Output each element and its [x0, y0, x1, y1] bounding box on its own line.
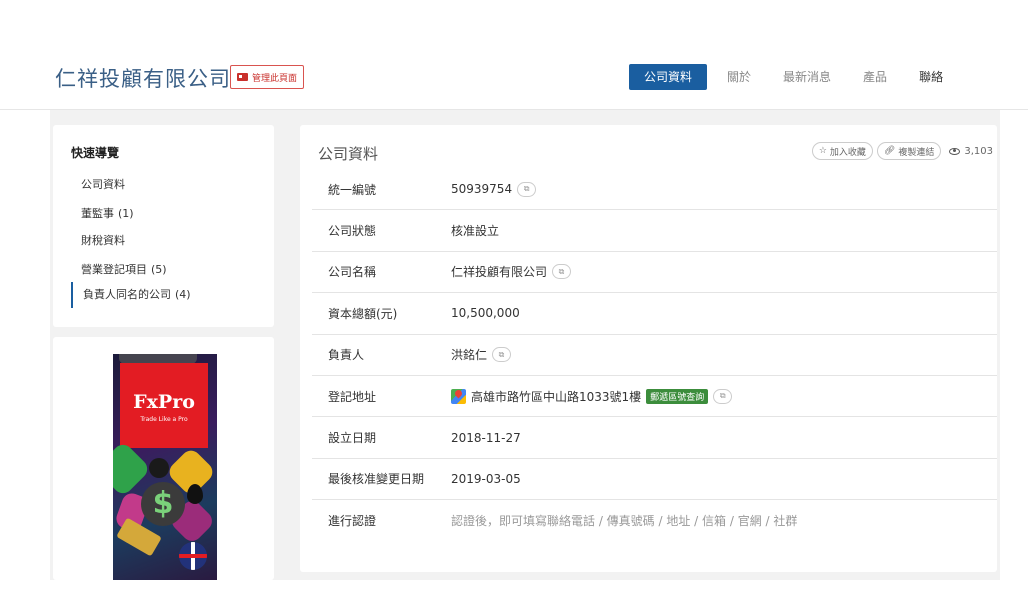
- nav-news[interactable]: 最新消息: [767, 64, 847, 90]
- view-count-value: 3,103: [964, 145, 993, 157]
- quick-nav-label: 董監事: [81, 207, 114, 220]
- info-row-verify: 進行認證 認證後，即可填寫聯絡電話 / 傳真號碼 / 地址 / 信箱 / 官網 …: [312, 500, 997, 541]
- info-row-capital: 資本總額(元) 10,500,000: [312, 293, 997, 335]
- fxpro-ad-banner[interactable]: FxPro Trade Like a Pro $: [113, 354, 217, 580]
- row-value: 2018-11-27: [451, 431, 521, 445]
- section-title: 公司資料: [318, 145, 379, 163]
- row-value: 2019-03-05: [451, 472, 521, 486]
- manage-page-label: 管理此頁面: [252, 73, 298, 84]
- copy-icon[interactable]: ⧉: [552, 264, 572, 280]
- apple-icon: [149, 458, 169, 478]
- nav-company-info[interactable]: 公司資料: [629, 64, 708, 90]
- company-name-value: 仁祥投顧有限公司: [451, 265, 548, 280]
- copy-link-button[interactable]: 🔗︎ 複製連結: [876, 142, 942, 160]
- established-date-value: 2018-11-27: [451, 430, 521, 445]
- info-row-tax-id: 統一編號 50939754 ⧉: [312, 169, 997, 211]
- company-title: 仁祥投顧有限公司: [55, 67, 231, 91]
- uk-flag-icon: [179, 542, 207, 570]
- tax-id-value: 50939754: [451, 182, 513, 197]
- quick-nav-item-directors[interactable]: 董監事 (1): [81, 205, 134, 221]
- representative-value[interactable]: 洪銘仁: [451, 346, 487, 363]
- view-count: 3,103: [949, 146, 993, 157]
- copy-icon[interactable]: ⧉: [517, 181, 537, 197]
- quick-nav-label: 財稅資料: [81, 234, 125, 247]
- company-info-card: 公司資料 ☆ 加入收藏 🔗︎ 複製連結 3,103 統一編號 50939754 …: [300, 125, 997, 572]
- link-icon: 🔗︎: [883, 146, 896, 156]
- quick-nav-count: (5): [151, 263, 167, 276]
- quick-nav-item-business-items[interactable]: 營業登記項目 (5): [81, 261, 167, 277]
- page-header: 仁祥投顧有限公司 管理此頁面 公司資料 關於 最新消息 產品 聯絡: [0, 0, 1028, 110]
- quick-nav-label: 負責人同名的公司: [83, 288, 171, 301]
- info-actions: ☆ 加入收藏 🔗︎ 複製連結 3,103: [811, 142, 993, 160]
- info-row-address: 登記地址 高雄市路竹區中山路1033號1樓 郵遞區號查詢 ⧉: [312, 376, 997, 418]
- quick-nav-item-tax[interactable]: 財稅資料: [81, 232, 125, 248]
- dollar-icon: $: [141, 482, 185, 526]
- info-row-status: 公司狀態 核准設立: [312, 210, 997, 252]
- row-label: 登記地址: [328, 389, 377, 404]
- row-value: 50939754 ⧉: [451, 181, 537, 197]
- copy-icon[interactable]: ⧉: [713, 388, 733, 404]
- ad-brand: FxPro: [133, 391, 195, 413]
- row-value: 洪銘仁 ⧉: [451, 346, 512, 363]
- verify-hint[interactable]: 認證後，即可填寫聯絡電話 / 傳真號碼 / 地址 / 信箱 / 官網 / 社群: [451, 512, 797, 529]
- star-icon: ☆: [818, 146, 827, 156]
- status-value: 核准設立: [451, 224, 500, 239]
- info-row-last-change: 最後核准變更日期 2019-03-05: [312, 459, 997, 501]
- row-label: 負責人: [328, 348, 365, 363]
- map-icon[interactable]: [451, 388, 466, 404]
- row-label: 統一編號: [328, 182, 377, 197]
- info-table: 統一編號 50939754 ⧉ 公司狀態 核准設立 公司名稱 仁祥投顧有限公司 …: [312, 169, 997, 542]
- quick-nav-count: (1): [118, 207, 134, 220]
- nav-about[interactable]: 關於: [711, 64, 767, 90]
- row-label: 進行認證: [328, 514, 377, 529]
- last-change-date-value: 2019-03-05: [451, 471, 521, 486]
- info-row-representative: 負責人 洪銘仁 ⧉: [312, 335, 997, 376]
- info-row-company-name: 公司名稱 仁祥投顧有限公司 ⧉: [312, 252, 997, 294]
- add-favorite-button[interactable]: ☆ 加入收藏: [811, 142, 873, 160]
- ad-brand-box: FxPro Trade Like a Pro: [120, 363, 208, 448]
- quick-nav-label: 公司資料: [81, 178, 125, 191]
- row-value: 高雄市路竹區中山路1033號1樓 郵遞區號查詢 ⧉: [451, 388, 733, 405]
- id-card-icon: [237, 73, 248, 81]
- quick-nav-card: 快速導覽 公司資料 董監事 (1) 財稅資料 營業登記項目 (5) 負責人同名的公司…: [53, 125, 274, 327]
- quick-nav-label: 營業登記項目: [81, 263, 147, 276]
- ad-slogan: Trade Like a Pro: [140, 416, 188, 423]
- copy-link-label: 複製連結: [898, 147, 935, 158]
- address-value: 高雄市路竹區中山路1033號1樓: [471, 389, 642, 404]
- top-nav: 公司資料 關於 最新消息 產品 聯絡: [629, 64, 959, 90]
- quick-nav-item-same-name[interactable]: 負責人同名的公司 (4): [71, 282, 191, 308]
- row-label: 最後核准變更日期: [328, 472, 425, 487]
- manage-page-button[interactable]: 管理此頁面: [230, 65, 305, 89]
- eye-icon: [949, 147, 961, 155]
- ad-card: FxPro Trade Like a Pro $: [53, 337, 274, 580]
- copy-icon[interactable]: ⧉: [492, 347, 512, 363]
- quick-nav-count: (4): [175, 288, 191, 301]
- nav-products[interactable]: 產品: [847, 64, 903, 90]
- row-value: 10,500,000: [451, 306, 520, 320]
- row-label: 公司狀態: [328, 224, 377, 239]
- oil-drop-icon: [187, 484, 203, 504]
- zip-lookup-button[interactable]: 郵遞區號查詢: [646, 388, 709, 404]
- nav-contact[interactable]: 聯絡: [903, 64, 959, 90]
- quick-nav-item-company-info[interactable]: 公司資料: [81, 176, 125, 192]
- row-value: 認證後，即可填寫聯絡電話 / 傳真號碼 / 地址 / 信箱 / 官網 / 社群: [451, 512, 797, 529]
- row-label: 資本總額(元): [328, 306, 398, 321]
- add-favorite-label: 加入收藏: [829, 147, 866, 158]
- row-value: 核准設立: [451, 222, 499, 239]
- capital-value: 10,500,000: [451, 306, 520, 321]
- quick-nav-title: 快速導覽: [71, 146, 120, 160]
- info-row-established: 設立日期 2018-11-27: [312, 417, 997, 459]
- row-value: 仁祥投顧有限公司 ⧉: [451, 263, 572, 280]
- row-label: 設立日期: [328, 431, 377, 446]
- row-label: 公司名稱: [328, 265, 377, 280]
